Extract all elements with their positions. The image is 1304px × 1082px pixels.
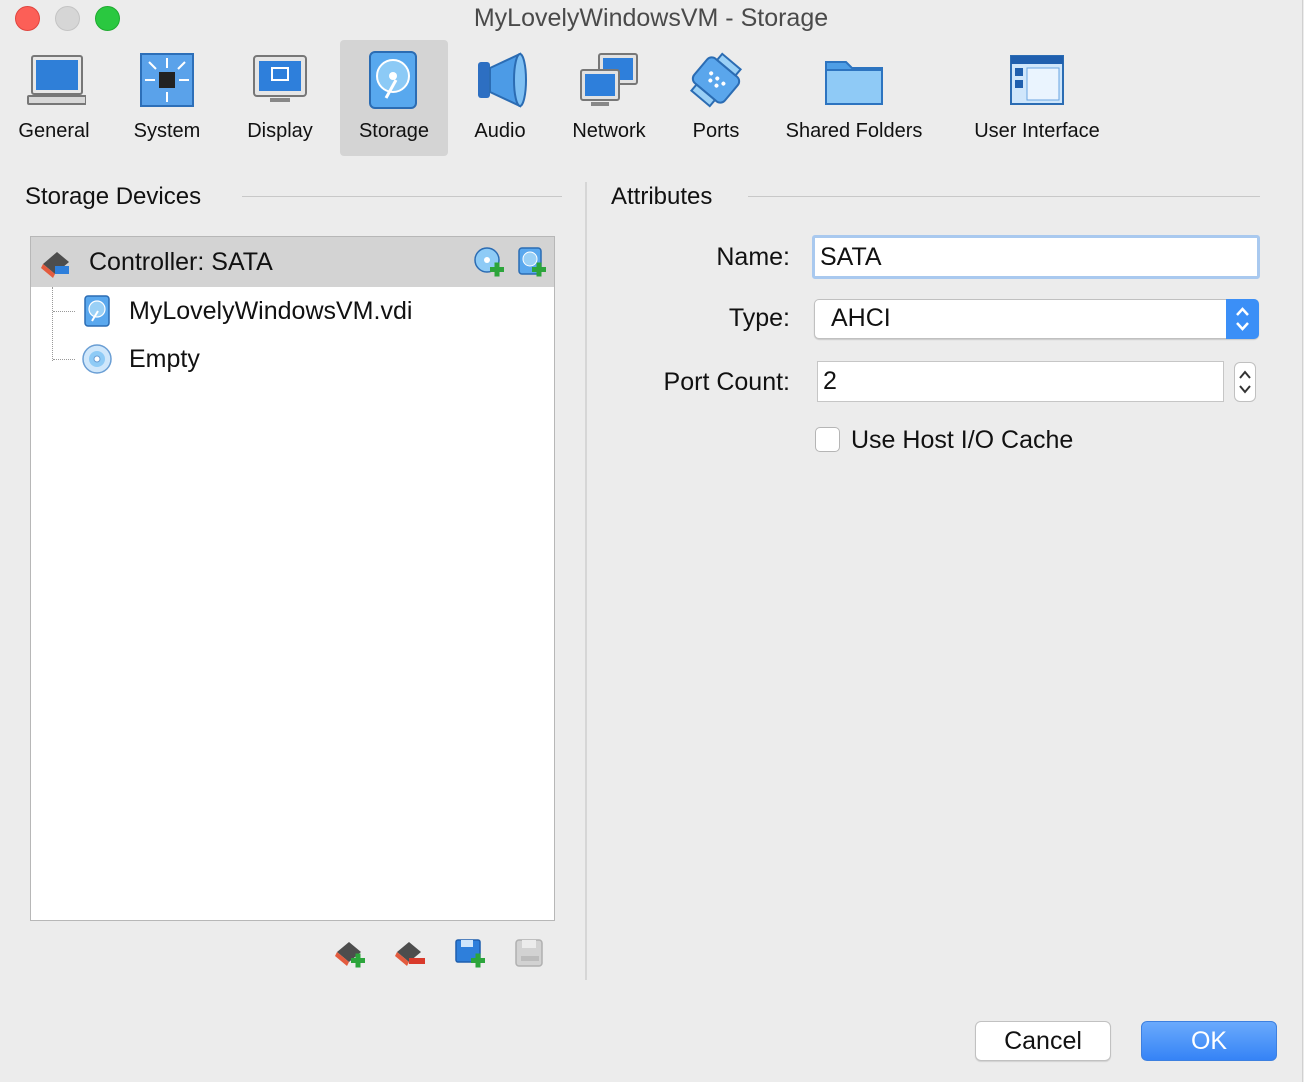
storage-devices-heading: Storage Devices <box>25 183 202 210</box>
type-selected-value: AHCI <box>831 304 891 332</box>
tab-network[interactable]: Network <box>556 40 662 156</box>
tab-user-interface[interactable]: User Interface <box>958 40 1116 156</box>
heading-divider <box>242 196 562 197</box>
heading-divider <box>748 196 1260 197</box>
tab-label: User Interface <box>974 120 1100 142</box>
user-interface-icon <box>1010 55 1064 105</box>
settings-toolbar: General System Display Storage Audio Net… <box>0 40 1302 160</box>
tab-general[interactable]: General <box>6 40 102 156</box>
general-icon <box>27 55 86 105</box>
title-bar: MyLovelyWindowsVM - Storage <box>0 0 1302 40</box>
tab-display[interactable]: Display <box>232 40 328 156</box>
tab-shared-folders[interactable]: Shared Folders <box>774 40 934 156</box>
network-icon <box>580 53 638 106</box>
tab-label: Shared Folders <box>785 120 923 142</box>
remove-controller-icon[interactable] <box>393 936 427 970</box>
host-io-cache-label: Use Host I/O Cache <box>851 426 1074 454</box>
name-field[interactable]: SATA <box>812 235 1260 279</box>
pane-divider <box>585 182 587 980</box>
storage-disk-icon <box>369 51 417 109</box>
tab-label: Display <box>247 120 313 142</box>
port-count-label: Port Count: <box>663 368 790 396</box>
storage-tree[interactable]: Controller: SATA MyLovelyWindowsVM.vdi E… <box>30 236 555 921</box>
optical-disc-icon <box>82 344 112 374</box>
folder-icon <box>825 61 883 105</box>
tab-label: General <box>18 120 90 142</box>
name-label: Name: <box>716 243 790 271</box>
stepper-arrows-icon <box>1239 370 1251 394</box>
sata-controller-icon <box>41 252 69 278</box>
tab-system[interactable]: System <box>118 40 216 156</box>
tab-label: Audio <box>474 120 526 142</box>
device-item-optical[interactable]: Empty <box>31 337 554 383</box>
add-optical-drive-icon[interactable] <box>473 246 505 278</box>
settings-window: MyLovelyWindowsVM - Storage General Syst… <box>0 0 1303 1082</box>
system-chip-icon <box>140 53 194 107</box>
tab-label: Ports <box>692 120 740 142</box>
display-monitor-icon <box>253 55 307 102</box>
port-count-field[interactable]: 2 <box>817 361 1224 402</box>
device-label: MyLovelyWindowsVM.vdi <box>129 297 413 325</box>
tab-storage[interactable]: Storage <box>340 40 448 156</box>
attributes-heading: Attributes <box>611 183 713 210</box>
ok-button[interactable]: OK <box>1141 1021 1277 1061</box>
hard-disk-icon <box>84 295 110 327</box>
cancel-button[interactable]: Cancel <box>975 1021 1111 1061</box>
tab-label: Network <box>572 120 646 142</box>
host-io-cache-checkbox[interactable] <box>815 427 840 452</box>
tab-ports[interactable]: Ports <box>676 40 756 156</box>
speaker-icon <box>478 52 527 108</box>
serial-port-icon <box>689 52 743 108</box>
type-select[interactable]: AHCI <box>814 299 1259 339</box>
type-label: Type: <box>728 304 790 332</box>
tab-audio[interactable]: Audio <box>460 40 540 156</box>
chevron-up-down-icon <box>1236 307 1249 331</box>
controller-label: Controller: SATA <box>89 248 273 276</box>
tab-label: Storage <box>358 120 430 142</box>
window-title: MyLovelyWindowsVM - Storage <box>473 4 829 32</box>
select-arrows <box>1226 299 1259 339</box>
tab-label: System <box>133 120 201 142</box>
remove-attachment-icon[interactable] <box>513 936 547 970</box>
add-attachment-icon[interactable] <box>453 936 487 970</box>
controller-row[interactable]: Controller: SATA <box>31 237 554 287</box>
device-label: Empty <box>129 345 200 373</box>
device-item-hard-disk[interactable]: MyLovelyWindowsVM.vdi <box>31 289 554 335</box>
add-hard-disk-icon[interactable] <box>515 246 547 278</box>
port-count-stepper[interactable] <box>1234 362 1256 402</box>
add-controller-icon[interactable] <box>333 936 367 970</box>
